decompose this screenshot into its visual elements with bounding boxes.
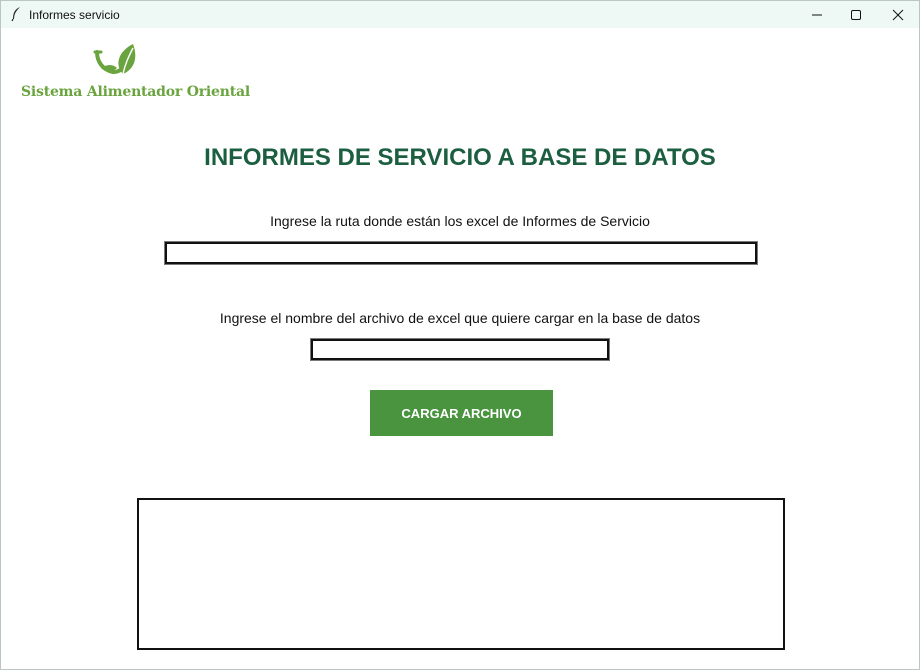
feather-icon bbox=[11, 7, 20, 22]
maximize-icon bbox=[851, 9, 861, 20]
close-icon bbox=[892, 9, 904, 20]
ruta-input[interactable] bbox=[164, 241, 758, 265]
maximize-button[interactable] bbox=[833, 1, 879, 28]
nombre-label: Ingrese el nombre del archivo de excel q… bbox=[219, 310, 701, 326]
cargar-archivo-button[interactable]: CARGAR ARCHIVO bbox=[370, 390, 553, 436]
logo-text: Sistema Alimentador Oriental bbox=[21, 84, 250, 100]
nombre-archivo-input[interactable] bbox=[310, 338, 610, 361]
page-title: INFORMES DE SERVICIO A BASE DE DATOS bbox=[204, 144, 716, 171]
main-content: Sistema Alimentador Oriental INFORMES DE… bbox=[1, 28, 919, 669]
app-window: Informes servicio Sistema Alimentador Or… bbox=[0, 0, 920, 670]
title-bar[interactable]: Informes servicio bbox=[1, 1, 919, 28]
minimize-icon bbox=[812, 14, 822, 15]
close-button[interactable] bbox=[875, 1, 920, 28]
ruta-label: Ingrese la ruta donde están los excel de… bbox=[270, 213, 650, 229]
logo: Sistema Alimentador Oriental bbox=[19, 42, 250, 102]
output-text-area[interactable] bbox=[137, 498, 785, 650]
leaf-icon bbox=[93, 44, 136, 75]
window-title: Informes servicio bbox=[29, 8, 120, 22]
